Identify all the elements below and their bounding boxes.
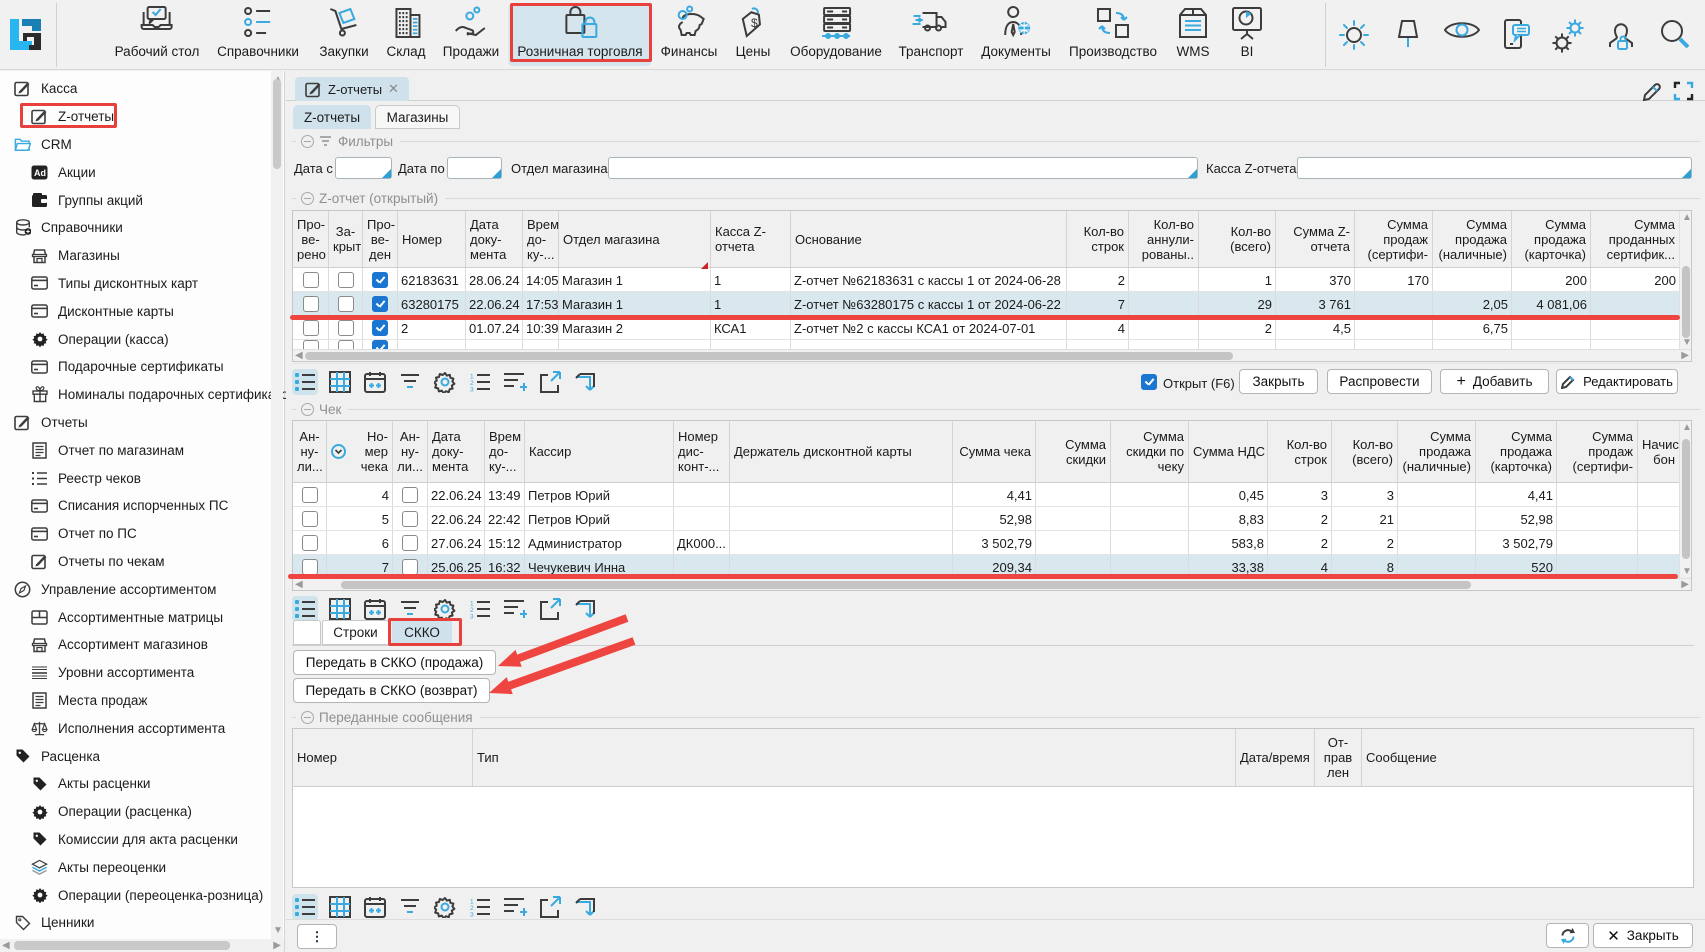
svg-text:Ad: Ad — [34, 168, 46, 178]
svg-text:3: 3 — [470, 912, 474, 918]
svg-text:3: 3 — [470, 387, 474, 393]
svg-text:$: $ — [751, 16, 758, 30]
